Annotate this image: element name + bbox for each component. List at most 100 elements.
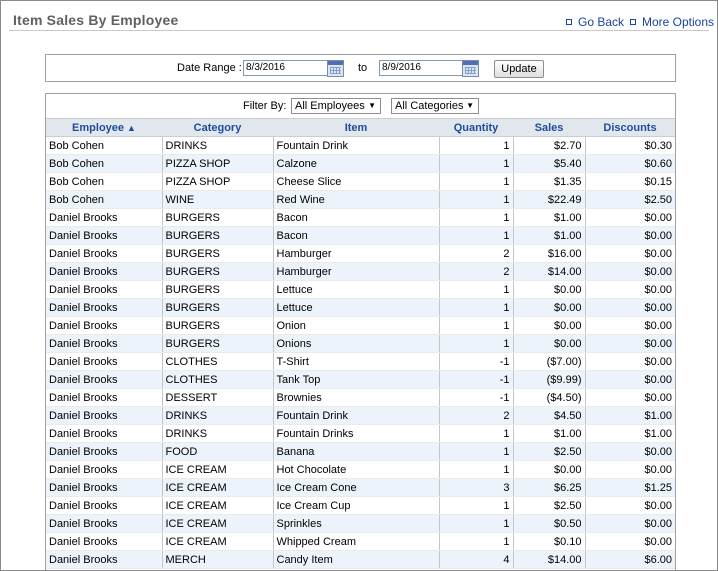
discounts-cell: $0.00 [584, 262, 675, 281]
discounts-cell: $0.00 [584, 442, 675, 461]
quantity-cell: 1 [438, 172, 513, 191]
employee-cell: Bob Cohen [46, 190, 162, 209]
sales-cell: $14.00 [512, 262, 585, 281]
item-cell: Lettuce [272, 280, 439, 299]
column-header-category[interactable]: Category [162, 118, 273, 137]
table-row: Daniel Brooks ICE CREAM Ice Cream Cone 3 $6.… [46, 478, 675, 497]
employee-cell: Daniel Brooks [46, 370, 162, 389]
discounts-cell: $0.00 [584, 208, 675, 227]
employee-cell: Daniel Brooks [46, 424, 162, 443]
page-title: Item Sales By Employee [13, 12, 179, 28]
date-range-panel: Date Range : to Update [45, 54, 676, 82]
employee-filter-select[interactable]: All Employees ▼ [291, 98, 381, 114]
quantity-cell: 1 [438, 190, 513, 209]
employee-cell: Daniel Brooks [46, 442, 162, 461]
employee-filter-value: All Employees [295, 100, 365, 112]
employee-cell: Daniel Brooks [46, 460, 162, 479]
calendar-icon[interactable] [327, 60, 344, 77]
employee-cell: Daniel Brooks [46, 406, 162, 425]
quantity-cell: -1 [438, 352, 513, 371]
category-cell: BURGERS [161, 208, 273, 227]
table-row: Daniel Brooks ICE CREAM Ice Cream Cup 1 $2.5… [46, 496, 675, 515]
discounts-cell: $2.50 [584, 190, 675, 209]
sales-cell: $1.00 [512, 424, 585, 443]
category-cell: BURGERS [161, 262, 273, 281]
discounts-cell: $0.00 [584, 280, 675, 299]
category-cell: ICE CREAM [161, 478, 273, 497]
chevron-down-icon: ▼ [368, 101, 376, 110]
column-header-item[interactable]: Item [273, 118, 439, 137]
item-cell: Fountain Drink [272, 136, 439, 155]
column-header-sales[interactable]: Sales [513, 118, 585, 137]
discounts-cell: $1.00 [584, 424, 675, 443]
table-row: Bob Cohen PIZZA SHOP Calzone 1 $5.40 $0.60 [46, 154, 675, 173]
employee-cell: Daniel Brooks [46, 334, 162, 353]
go-back-link[interactable]: Go Back [566, 15, 624, 29]
table-row: Bob Cohen WINE Red Wine 1 $22.49 $2.50 [46, 190, 675, 209]
start-date-input[interactable] [243, 60, 329, 76]
quantity-cell: -1 [438, 388, 513, 407]
quantity-cell: 1 [438, 532, 513, 551]
sales-cell: ($7.00) [512, 352, 585, 371]
quantity-cell: 2 [438, 262, 513, 281]
employee-cell: Daniel Brooks [46, 208, 162, 227]
employee-cell: Daniel Brooks [46, 280, 162, 299]
employee-cell: Daniel Brooks [46, 532, 162, 551]
sales-cell: $5.40 [512, 154, 585, 173]
sales-cell: ($4.50) [512, 388, 585, 407]
category-cell: BURGERS [161, 334, 273, 353]
to-label: to [358, 62, 368, 74]
item-cell: Candy Item [272, 550, 439, 569]
update-button[interactable]: Update [494, 60, 544, 78]
item-cell: Calzone [272, 154, 439, 173]
sales-cell: $0.00 [512, 316, 585, 335]
sales-cell: $4.50 [512, 406, 585, 425]
column-header-quantity[interactable]: Quantity [439, 118, 513, 137]
quantity-cell: 1 [438, 136, 513, 155]
sales-cell: $2.50 [512, 496, 585, 515]
discounts-cell: $0.00 [584, 496, 675, 515]
item-cell: Fountain Drinks [272, 424, 439, 443]
employee-cell: Daniel Brooks [46, 496, 162, 515]
category-cell: DESSERT [161, 388, 273, 407]
chevron-down-icon: ▼ [466, 101, 474, 110]
table-row: Daniel Brooks DRINKS Fountain Drink 2 $4.50 $… [46, 406, 675, 425]
category-cell: CLOTHES [161, 370, 273, 389]
table-row: Daniel Brooks CLOTHES Tank Top -1 ($9.99) $0.… [46, 370, 675, 389]
category-cell: MERCH [161, 550, 273, 569]
discounts-cell: $6.00 [584, 550, 675, 569]
table-header-row: Employee ▲ Category Item Quantity Sales D… [46, 118, 675, 137]
date-range-label: Date Range : [177, 62, 242, 74]
discounts-cell: $0.00 [584, 388, 675, 407]
table-row: Daniel Brooks BURGERS Onion 1 $0.00 $0.00 [46, 316, 675, 335]
category-cell: FOOD [161, 442, 273, 461]
column-header-employee[interactable]: Employee ▲ [46, 118, 162, 137]
more-options-link[interactable]: More Options [630, 15, 714, 29]
more-options-label: More Options [642, 15, 715, 29]
quantity-cell: 1 [438, 298, 513, 317]
category-cell: ICE CREAM [161, 514, 273, 533]
employee-cell: Daniel Brooks [46, 226, 162, 245]
table-row: Daniel Brooks CLOTHES T-Shirt -1 ($7.00) $0.0… [46, 352, 675, 371]
end-date-input[interactable] [379, 60, 465, 76]
column-header-discounts[interactable]: Discounts [585, 118, 675, 137]
sales-cell: $0.50 [512, 514, 585, 533]
category-filter-select[interactable]: All Categories ▼ [391, 98, 479, 114]
discounts-cell: $0.60 [584, 154, 675, 173]
discounts-cell: $0.00 [584, 316, 675, 335]
discounts-cell: $0.00 [584, 514, 675, 533]
discounts-cell: $0.00 [584, 532, 675, 551]
category-cell: BURGERS [161, 298, 273, 317]
table-row: Daniel Brooks BURGERS Bacon 1 $1.00 $0.00 [46, 226, 675, 245]
item-cell: Ice Cream Cone [272, 478, 439, 497]
employee-cell: Daniel Brooks [46, 298, 162, 317]
sales-cell: $6.25 [512, 478, 585, 497]
employee-cell: Daniel Brooks [46, 262, 162, 281]
item-cell: T-Shirt [272, 352, 439, 371]
table-row: Daniel Brooks MERCH Candy Item 4 $14.00 $6.00 [46, 550, 675, 569]
item-cell: Brownies [272, 388, 439, 407]
sales-cell: $1.00 [512, 208, 585, 227]
calendar-icon[interactable] [462, 60, 479, 77]
item-cell: Sprinkles [272, 514, 439, 533]
quantity-cell: 1 [438, 208, 513, 227]
